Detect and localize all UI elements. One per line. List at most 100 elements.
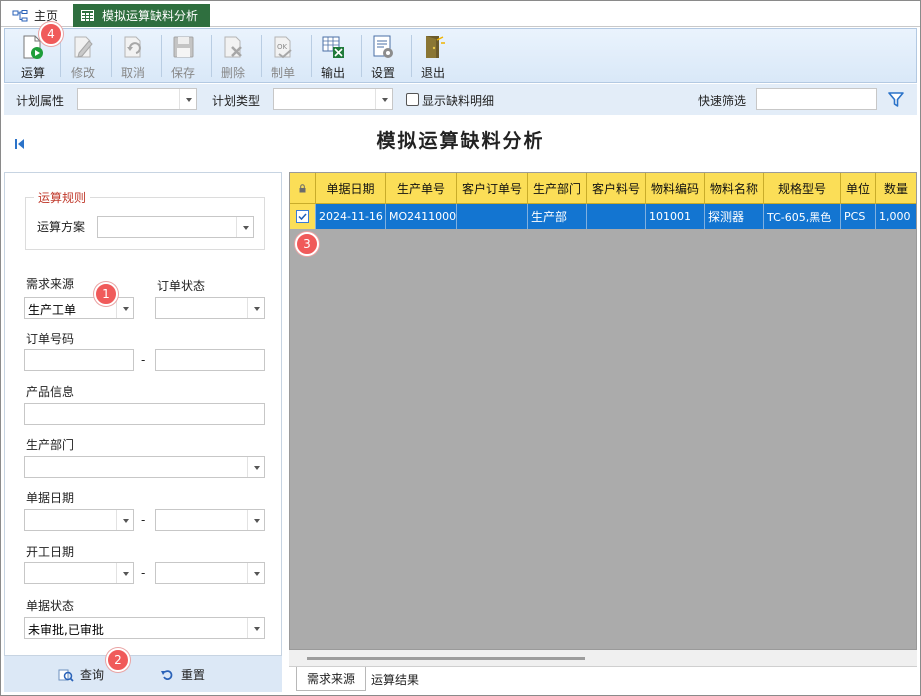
column-header[interactable]: 客户料号 [587, 173, 646, 204]
column-header[interactable]: 客户订单号 [457, 173, 528, 204]
row-select-cell[interactable] [290, 204, 316, 229]
collapse-panel-icon[interactable] [15, 138, 25, 150]
callout-badge: 1 [94, 282, 118, 306]
table-row[interactable]: 2024-11-16 MO24110001 生产部 101001 探测器 TC-… [290, 204, 916, 229]
order-status-select[interactable] [155, 297, 265, 319]
demand-source-select[interactable]: 生产工单 [24, 297, 134, 319]
demand-source-value: 生产工单 [28, 303, 77, 317]
plan-type-select[interactable] [273, 88, 393, 110]
column-header[interactable]: 生产部门 [528, 173, 587, 204]
chevron-down-icon[interactable] [247, 298, 264, 318]
chevron-down-icon[interactable] [247, 618, 264, 638]
horizontal-scrollbar-thumb[interactable] [307, 657, 585, 660]
doc-date-from-picker[interactable] [24, 509, 134, 531]
cell-quantity[interactable]: 1,000 [876, 204, 916, 229]
reset-button[interactable]: 重置 [159, 666, 205, 683]
cell-spec[interactable]: TC-605,黑色 [764, 204, 841, 229]
department-select[interactable] [24, 456, 265, 478]
chevron-down-icon[interactable] [247, 563, 264, 583]
chevron-down-icon[interactable] [179, 89, 196, 109]
search-icon [58, 668, 74, 682]
undo-icon [120, 34, 146, 60]
doc-date-to-picker[interactable] [155, 509, 265, 531]
cell-material-code[interactable]: 101001 [646, 204, 705, 229]
column-header[interactable]: 物料编码 [646, 173, 705, 204]
chevron-down-icon[interactable] [247, 510, 264, 530]
start-date-from-picker[interactable] [24, 562, 134, 584]
quick-filter-input[interactable] [756, 88, 877, 110]
reset-icon [159, 668, 175, 682]
delete-button[interactable]: 删除 [208, 29, 258, 82]
order-status-label: 订单状态 [157, 279, 206, 293]
range-separator: - [141, 513, 146, 527]
order-no-to-input[interactable] [155, 349, 265, 371]
column-header[interactable]: 规格型号 [764, 173, 841, 204]
rule-group: 运算规则 运算方案 [25, 189, 265, 250]
save-button[interactable]: 保存 [158, 29, 208, 82]
chevron-down-icon[interactable] [116, 563, 133, 583]
doc-date-label: 单据日期 [26, 491, 75, 505]
settings-button[interactable]: 设置 [358, 29, 408, 82]
order-no-from-input[interactable] [24, 349, 134, 371]
scheme-select[interactable] [97, 216, 254, 238]
filter-bar: 计划属性 计划类型 显示缺料明细 快速筛选 [4, 84, 917, 115]
start-date-to-picker[interactable] [155, 562, 265, 584]
exit-door-icon [420, 34, 446, 60]
run-label: 运算 [20, 66, 45, 80]
chevron-down-icon[interactable] [247, 457, 264, 477]
plan-attribute-label: 计划属性 [16, 94, 65, 108]
scheme-label: 运算方案 [37, 220, 86, 234]
show-shortage-checkbox[interactable] [406, 93, 419, 106]
save-label: 保存 [170, 66, 195, 80]
chevron-down-icon[interactable] [375, 89, 392, 109]
reset-label: 重置 [181, 668, 206, 682]
settings-label: 设置 [370, 66, 395, 80]
product-info-input[interactable] [24, 403, 265, 425]
doc-status-label: 单据状态 [26, 599, 75, 613]
plan-attribute-select[interactable] [77, 88, 197, 110]
row-checkbox[interactable] [296, 210, 309, 223]
rule-group-title: 运算规则 [34, 189, 91, 206]
chevron-down-icon[interactable] [116, 510, 133, 530]
make-doc-button[interactable]: OK 制单 [258, 29, 308, 82]
edit-label: 修改 [70, 66, 95, 80]
chevron-down-icon[interactable] [116, 298, 133, 318]
show-shortage-label[interactable]: 显示缺料明细 [422, 92, 494, 109]
table-icon [81, 10, 94, 21]
column-header[interactable]: 数量 [876, 173, 916, 204]
column-header[interactable]: 单据日期 [316, 173, 386, 204]
cell-customer-order[interactable] [457, 204, 528, 229]
quick-filter-label: 快速筛选 [698, 94, 747, 108]
horizontal-scrollbar-track[interactable] [289, 650, 917, 666]
doc-status-value: 未审批,已审批 [28, 623, 104, 637]
cell-department[interactable]: 生产部 [528, 204, 587, 229]
cell-customer-part[interactable] [587, 204, 646, 229]
query-panel: 运算规则 运算方案 需求来源 生产工单 订单状态 订单号码 - 产品信息 生产部… [4, 172, 282, 656]
grid-lock-column[interactable] [290, 173, 316, 204]
chevron-down-icon[interactable] [236, 217, 253, 237]
cell-unit[interactable]: PCS [841, 204, 876, 229]
settings-icon [370, 34, 396, 60]
column-header[interactable]: 物料名称 [705, 173, 764, 204]
exit-button[interactable]: 退出 [408, 29, 458, 82]
export-excel-icon [320, 34, 346, 60]
make-doc-label: 制单 [270, 66, 295, 80]
export-button[interactable]: 输出 [308, 29, 358, 82]
tab-demand-source[interactable]: 需求来源 [296, 667, 367, 691]
tab-calc-result[interactable]: 运算结果 [361, 667, 429, 691]
edit-button[interactable]: 修改 [58, 29, 108, 82]
cell-mo-number[interactable]: MO24110001 [386, 204, 457, 229]
column-header[interactable]: 生产单号 [386, 173, 457, 204]
filter-funnel-icon[interactable] [888, 92, 904, 110]
save-icon [170, 34, 196, 60]
doc-status-select[interactable]: 未审批,已审批 [24, 617, 265, 639]
cell-doc-date[interactable]: 2024-11-16 [316, 204, 386, 229]
tab-shortage-analysis[interactable]: 模拟运算缺料分析 [73, 4, 211, 27]
cell-material-name[interactable]: 探测器 [705, 204, 764, 229]
query-label: 查询 [80, 668, 105, 682]
tab-active-label: 模拟运算缺料分析 [102, 9, 199, 23]
query-button[interactable]: 查询 [58, 666, 104, 683]
product-info-label: 产品信息 [26, 385, 75, 399]
column-header[interactable]: 单位 [841, 173, 876, 204]
cancel-button[interactable]: 取消 [108, 29, 158, 82]
